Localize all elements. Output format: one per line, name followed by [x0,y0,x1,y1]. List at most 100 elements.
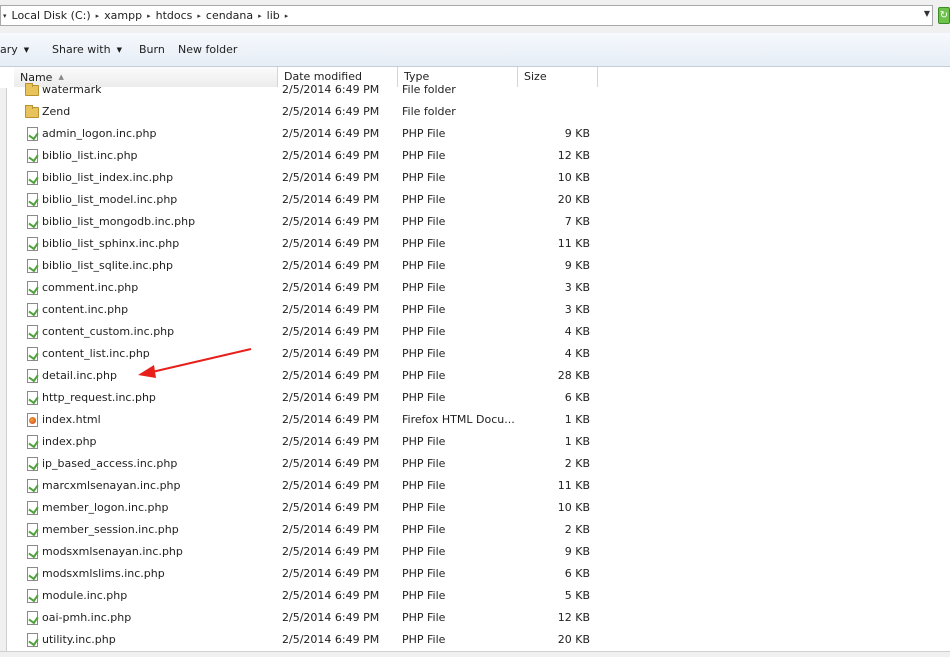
file-size: 10 KB [557,171,590,184]
php-file-icon [27,479,38,493]
file-name: biblio_list.inc.php [42,149,138,162]
file-name: modsxmlslims.inc.php [42,567,165,580]
share-with-button[interactable]: Share with ▼ [52,43,122,56]
file-row[interactable]: admin_logon.inc.php 2/5/2014 6:49 PM PHP F… [7,123,950,145]
file-type: PHP File [402,633,446,646]
file-row[interactable]: biblio_list_index.inc.php 2/5/2014 6:49 P… [7,167,950,189]
file-date-modified: 2/5/2014 6:49 PM [282,347,380,360]
file-row[interactable]: marcxmlsenayan.inc.php 2/5/2014 6:49 PM PH… [7,475,950,497]
navigation-pane-edge[interactable] [0,67,7,656]
file-row[interactable]: member_session.inc.php 2/5/2014 6:49 PM PH… [7,519,950,541]
file-row[interactable]: module.inc.php 2/5/2014 6:49 PM PHP File 5 … [7,585,950,607]
address-bar-area: ▾ Local Disk (C:) ▸ xampp ▸ htdocs ▸ cendana ▸ l… [0,0,950,33]
chevron-down-icon: ▼ [23,46,30,54]
file-row[interactable]: content.inc.php 2/5/2014 6:49 PM PHP File 3… [7,299,950,321]
php-file-icon [27,435,38,449]
file-row[interactable]: utility.inc.php 2/5/2014 6:49 PM PHP File 2… [7,629,950,651]
file-date-modified: 2/5/2014 6:49 PM [282,237,380,250]
php-file-icon [27,501,38,515]
breadcrumb-item[interactable]: Local Disk (C:) [9,9,94,22]
file-row[interactable]: biblio_list.inc.php 2/5/2014 6:49 PM PHP F… [7,145,950,167]
file-row[interactable]: index.php 2/5/2014 6:49 PM PHP File 1 KB [7,431,950,453]
file-row[interactable]: watermark 2/5/2014 6:49 PM File folder [7,79,950,101]
php-file-icon [27,633,38,647]
include-in-library-button[interactable]: ary ▼ [0,43,29,56]
file-name: utility.inc.php [42,633,116,646]
refresh-icon[interactable]: ↻ [938,7,950,24]
file-name: biblio_list_sqlite.inc.php [42,259,173,272]
chevron-right-icon[interactable]: ▸ [94,12,102,20]
file-row[interactable]: content_custom.inc.php 2/5/2014 6:49 PM PH… [7,321,950,343]
file-date-modified: 2/5/2014 6:49 PM [282,457,380,470]
file-type: PHP File [402,215,446,228]
chevron-down-icon[interactable]: ▼ [924,9,930,18]
breadcrumb-item[interactable]: xampp [101,9,145,22]
file-row[interactable]: Zend 2/5/2014 6:49 PM File folder [7,101,950,123]
file-row[interactable]: modsxmlsenayan.inc.php 2/5/2014 6:49 PM PH… [7,541,950,563]
chevron-right-icon[interactable]: ▸ [283,12,291,20]
file-row[interactable]: http_request.inc.php 2/5/2014 6:49 PM PHP … [7,387,950,409]
file-type: PHP File [402,237,446,250]
php-file-icon [27,589,38,603]
file-date-modified: 2/5/2014 6:49 PM [282,325,380,338]
file-row[interactable]: biblio_list_mongodb.inc.php 2/5/2014 6:49… [7,211,950,233]
file-name: watermark [42,83,102,96]
file-row[interactable]: biblio_list_model.inc.php 2/5/2014 6:49 P… [7,189,950,211]
burn-button[interactable]: Burn [139,43,165,56]
php-file-icon [27,611,38,625]
file-row[interactable]: biblio_list_sphinx.inc.php 2/5/2014 6:49 … [7,233,950,255]
php-file-icon [27,171,38,185]
file-type: PHP File [402,171,446,184]
breadcrumb-item[interactable]: lib [264,9,283,22]
file-date-modified: 2/5/2014 6:49 PM [282,127,380,140]
file-type: PHP File [402,611,446,624]
file-size [518,101,590,123]
file-type: PHP File [402,501,446,514]
file-name: content_list.inc.php [42,347,150,360]
file-date-modified: 2/5/2014 6:49 PM [282,567,380,580]
file-date-modified: 2/5/2014 6:49 PM [282,369,380,382]
file-row[interactable]: modsxmlslims.inc.php 2/5/2014 6:49 PM PHP … [7,563,950,585]
file-name: index.php [42,435,97,448]
file-size: 11 KB [557,479,590,492]
include-in-library-label: ary [0,43,18,56]
file-size: 12 KB [557,611,590,624]
file-size: 7 KB [564,215,590,228]
php-file-icon [27,369,38,383]
file-row[interactable]: index.html 2/5/2014 6:49 PM Firefox HTML D… [7,409,950,431]
chevron-down-icon[interactable]: ▾ [1,12,9,20]
breadcrumb-item[interactable]: cendana [203,9,256,22]
breadcrumb: ▾ Local Disk (C:) ▸ xampp ▸ htdocs ▸ cendana ▸ l… [1,6,290,25]
file-name: detail.inc.php [42,369,117,382]
file-type: PHP File [402,149,446,162]
file-date-modified: 2/5/2014 6:49 PM [282,391,380,404]
file-date-modified: 2/5/2014 6:49 PM [282,105,380,118]
file-name: content.inc.php [42,303,129,316]
file-date-modified: 2/5/2014 6:49 PM [282,171,380,184]
file-row[interactable]: ip_based_access.inc.php 2/5/2014 6:49 PM P… [7,453,950,475]
file-type: PHP File [402,523,446,536]
file-size: 9 KB [564,127,590,140]
file-type: PHP File [402,369,446,382]
file-size: 20 KB [557,193,590,206]
file-name: module.inc.php [42,589,128,602]
php-file-icon [27,325,38,339]
file-row[interactable]: comment.inc.php 2/5/2014 6:49 PM PHP File 3… [7,277,950,299]
new-folder-button[interactable]: New folder [178,43,237,56]
file-type: PHP File [402,193,446,206]
breadcrumb-item[interactable]: htdocs [153,9,196,22]
chevron-right-icon[interactable]: ▸ [145,12,153,20]
chevron-right-icon[interactable]: ▸ [256,12,264,20]
address-bar[interactable]: ▾ Local Disk (C:) ▸ xampp ▸ htdocs ▸ cendana ▸ l… [0,5,933,26]
file-row[interactable]: content_list.inc.php 2/5/2014 6:49 PM PHP … [7,343,950,365]
file-row[interactable]: biblio_list_sqlite.inc.php 2/5/2014 6:49 … [7,255,950,277]
file-date-modified: 2/5/2014 6:49 PM [282,479,380,492]
file-row[interactable]: detail.inc.php 2/5/2014 6:49 PM PHP File 28… [7,365,950,387]
chevron-right-icon[interactable]: ▸ [195,12,203,20]
file-row[interactable]: oai-pmh.inc.php 2/5/2014 6:49 PM PHP File 1… [7,607,950,629]
file-name: modsxmlsenayan.inc.php [42,545,183,558]
file-type: PHP File [402,435,446,448]
file-row[interactable]: member_logon.inc.php 2/5/2014 6:49 PM PHP … [7,497,950,519]
file-name: oai-pmh.inc.php [42,611,132,624]
file-date-modified: 2/5/2014 6:49 PM [282,633,380,646]
